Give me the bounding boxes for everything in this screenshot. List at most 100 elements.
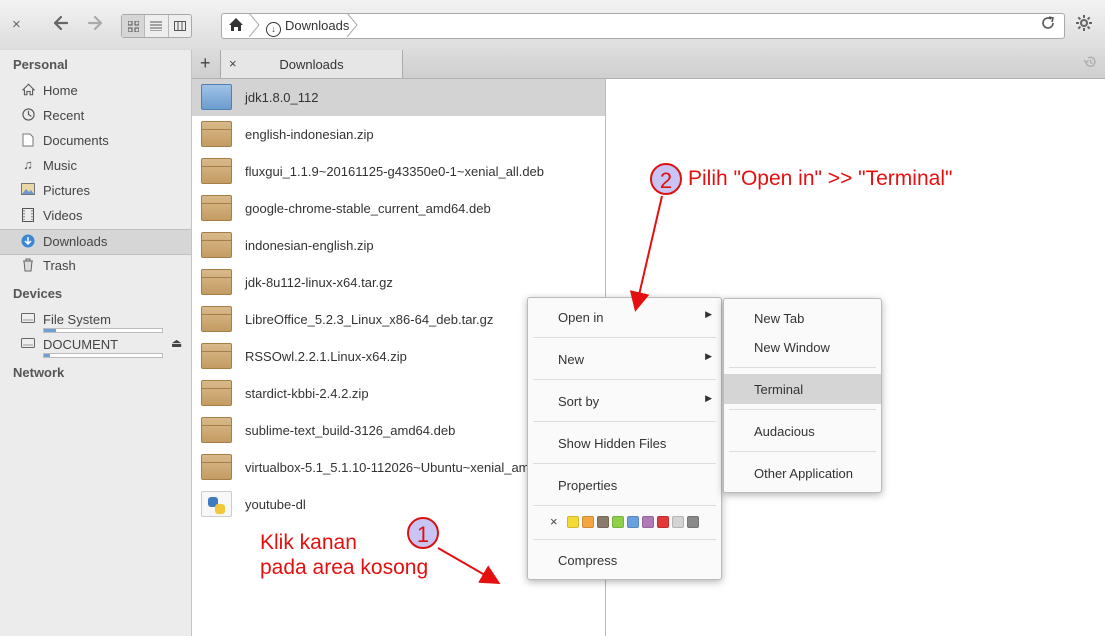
video-icon [21, 208, 35, 222]
sidebar-item-label: Home [43, 83, 78, 98]
color-swatch[interactable] [657, 516, 669, 528]
sidebar-item-label: Documents [43, 133, 109, 148]
sidebar-item-documents[interactable]: Documents [0, 129, 191, 153]
sidebar-item-recent[interactable]: Recent [0, 104, 191, 128]
column-view-icon[interactable] [169, 15, 191, 37]
menu-separator [533, 379, 716, 380]
file-row[interactable]: google-chrome-stable_current_amd64.deb [192, 190, 605, 227]
back-arrow-icon[interactable] [51, 14, 69, 36]
menu-item-open-in[interactable]: Open in ▶ [528, 302, 721, 332]
sidebar: Personal Home Recent Documents ♫ Music P… [0, 50, 192, 636]
folder-icon [201, 84, 232, 110]
pictures-icon [21, 183, 35, 197]
sidebar-item-label: Recent [43, 108, 85, 123]
header-bar: × ↓ Downloads [0, 0, 1105, 51]
submenu-item-other-application[interactable]: Other Application [724, 458, 881, 488]
menu-item-compress[interactable]: Compress [528, 545, 721, 575]
file-row[interactable]: english-indonesian.zip [192, 116, 605, 153]
color-swatch[interactable] [567, 516, 579, 528]
menu-item-sort-by[interactable]: Sort by ▶ [528, 386, 721, 416]
grid-view-icon[interactable] [122, 15, 146, 37]
list-view-icon[interactable] [145, 15, 169, 37]
submenu-item-new-window[interactable]: New Window [724, 332, 881, 362]
history-icon[interactable] [1083, 55, 1097, 72]
file-name: indonesian-english.zip [245, 238, 374, 253]
breadcrumb-downloads[interactable]: ↓ Downloads [266, 18, 349, 37]
disk-usage-bar [43, 353, 163, 358]
sidebar-item-label: Pictures [43, 183, 90, 198]
reload-icon[interactable] [1040, 15, 1056, 36]
package-icon [201, 195, 232, 221]
context-menu: Open in ▶ New ▶ Sort by ▶ Show Hidden Fi… [527, 297, 722, 580]
package-icon [201, 343, 232, 369]
file-row[interactable]: jdk-8u112-linux-x64.tar.gz [192, 264, 605, 301]
home-icon [21, 83, 35, 97]
submenu-item-terminal[interactable]: Terminal [724, 374, 881, 404]
breadcrumb-separator [346, 13, 358, 37]
drive-icon [21, 312, 35, 326]
sidebar-item-videos[interactable]: Videos [0, 204, 191, 228]
menu-separator [729, 409, 876, 410]
menu-separator [729, 367, 876, 368]
location-bar[interactable]: ↓ Downloads [221, 13, 1065, 39]
menu-item-label: Show Hidden Files [558, 436, 667, 451]
color-swatch[interactable] [642, 516, 654, 528]
annotation-text-step1-line2: pada area kosong [260, 556, 429, 579]
file-name: english-indonesian.zip [245, 127, 374, 142]
color-swatch[interactable] [672, 516, 684, 528]
menu-item-label: Other Application [754, 466, 854, 481]
trash-icon [21, 258, 35, 272]
submenu-item-new-tab[interactable]: New Tab [724, 303, 881, 333]
menu-separator [533, 463, 716, 464]
menu-item-label: Compress [558, 553, 618, 568]
sidebar-item-label: Downloads [43, 234, 108, 249]
menu-item-properties[interactable]: Properties [528, 470, 721, 500]
clock-icon [21, 108, 35, 122]
sidebar-section-personal: Personal [13, 57, 68, 72]
sidebar-item-music[interactable]: ♫ Music [0, 154, 191, 178]
breadcrumb-label: Downloads [285, 18, 350, 33]
menu-item-label: New Tab [754, 311, 805, 326]
gear-icon[interactable] [1075, 14, 1093, 37]
sidebar-item-document-drive[interactable]: DOCUMENT ⏏ [0, 333, 191, 358]
file-name: jdk1.8.0_112 [245, 90, 319, 105]
menu-separator [533, 337, 716, 338]
menu-item-label: Sort by [558, 394, 600, 409]
package-icon [201, 417, 232, 443]
color-swatch[interactable] [597, 516, 609, 528]
file-row[interactable]: fluxgui_1.1.9~20161125-g43350e0-1~xenial… [192, 153, 605, 190]
file-row[interactable]: indonesian-english.zip [192, 227, 605, 264]
package-icon [201, 269, 232, 295]
close-window-icon[interactable]: × [12, 15, 21, 35]
sidebar-item-label: DOCUMENT [43, 337, 119, 352]
file-name: jdk-8u112-linux-x64.tar.gz [245, 275, 393, 290]
eject-icon[interactable]: ⏏ [171, 336, 182, 350]
home-icon[interactable] [228, 17, 244, 36]
menu-separator [533, 505, 716, 506]
color-swatch[interactable] [582, 516, 594, 528]
package-icon [201, 306, 232, 332]
clear-color-icon[interactable]: × [550, 514, 558, 529]
color-swatch[interactable] [612, 516, 624, 528]
document-icon [21, 133, 35, 147]
sidebar-item-downloads[interactable]: Downloads [0, 229, 191, 255]
color-swatch[interactable] [687, 516, 699, 528]
menu-item-show-hidden-files[interactable]: Show Hidden Files [528, 428, 721, 458]
new-tab-button[interactable]: + [200, 53, 211, 74]
menu-separator [533, 421, 716, 422]
sidebar-item-home[interactable]: Home [0, 79, 191, 103]
sidebar-item-pictures[interactable]: Pictures [0, 179, 191, 203]
menu-separator [729, 451, 876, 452]
file-name: RSSOwl.2.2.1.Linux-x64.zip [245, 349, 407, 364]
forward-arrow-icon[interactable] [87, 14, 105, 36]
color-swatch[interactable] [627, 516, 639, 528]
sidebar-item-file-system[interactable]: File System [0, 308, 191, 333]
drive-icon [21, 337, 35, 351]
submenu-item-audacious[interactable]: Audacious [724, 416, 881, 446]
sidebar-item-label: Music [43, 158, 77, 173]
menu-item-new[interactable]: New ▶ [528, 344, 721, 374]
tab-downloads[interactable]: × Downloads [220, 50, 403, 78]
file-row[interactable]: jdk1.8.0_112 [192, 79, 605, 116]
package-icon [201, 380, 232, 406]
sidebar-item-trash[interactable]: Trash [0, 254, 191, 278]
